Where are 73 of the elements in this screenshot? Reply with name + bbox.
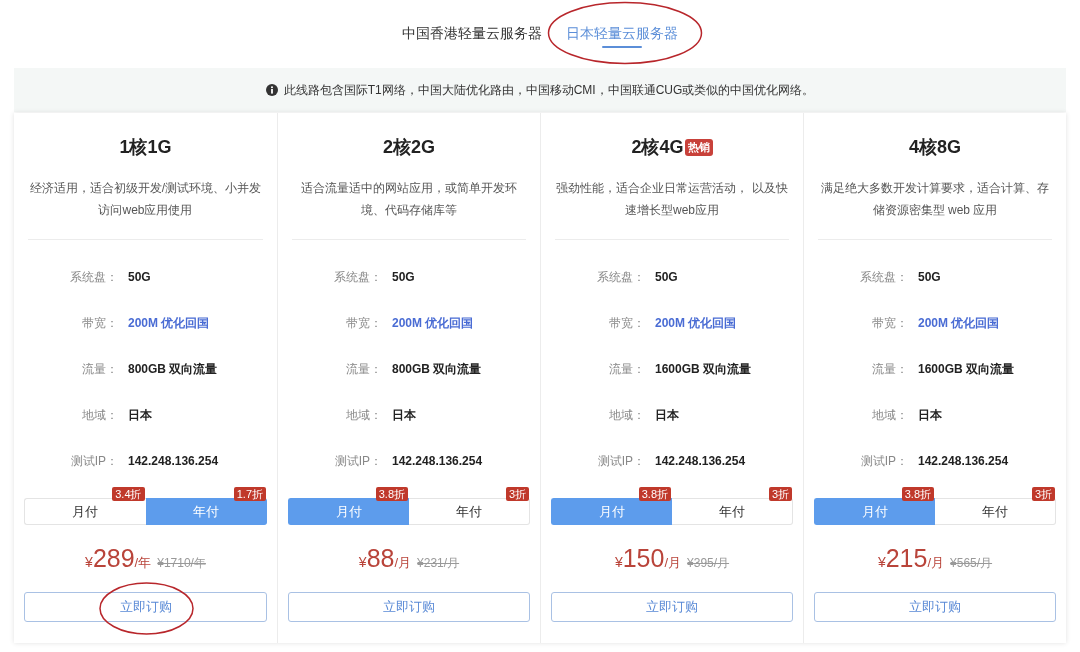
- discount-tag: 3折: [768, 487, 792, 501]
- spec-label: 地域：: [872, 406, 908, 424]
- original-price: ¥565/月: [950, 555, 993, 572]
- discount-tag: 3.8折: [375, 487, 408, 501]
- spec-label: 测试IP：: [70, 452, 118, 470]
- spec-label: 带宽：: [82, 314, 118, 332]
- info-icon: [265, 84, 278, 96]
- spec-label: 地域：: [82, 406, 118, 424]
- spec-value: 200M 优化回国: [392, 314, 474, 332]
- spec-label: 带宽：: [346, 314, 382, 332]
- discount-tag: 1.7折: [233, 487, 266, 501]
- price: ¥215/月: [877, 544, 945, 573]
- original-price: ¥395/月: [687, 555, 730, 572]
- discount-tag: 3折: [505, 487, 529, 501]
- plan-description: 经济适用，适合初级开发/测试环境、小并发访问web应用使用: [28, 180, 263, 219]
- spec-label: 带宽：: [609, 314, 645, 332]
- plan-description: 满足绝大多数开发计算要求，适合计算、存储资源密集型 web 应用: [820, 180, 1050, 219]
- spec-value: 50G: [392, 270, 415, 284]
- discount-tag: 3折: [1031, 487, 1055, 501]
- spec-label: 地域：: [346, 406, 382, 424]
- spec-label: 流量：: [82, 360, 118, 378]
- spec-value: 142.248.136.254: [655, 454, 746, 468]
- notice-text: 此线路包含国际T1网络，中国大陆优化路由，中国移动CMI，中国联通CUG或类似的中国优化网络。: [283, 81, 815, 99]
- spec-value: 142.248.136.254: [918, 454, 1009, 468]
- spec-label: 测试IP：: [334, 452, 382, 470]
- spec-value: 50G: [128, 270, 151, 284]
- spec-value: 1600GB 双向流量: [918, 360, 1015, 378]
- spec-label: 流量：: [346, 360, 382, 378]
- spec-value: 200M 优化回国: [918, 314, 1000, 332]
- original-price: ¥231/月: [417, 555, 460, 572]
- spec-label: 流量：: [609, 360, 645, 378]
- hot-tag: 热销: [684, 138, 713, 156]
- spec-value: 142.248.136.254: [128, 454, 219, 468]
- spec-label: 系统盘：: [70, 268, 118, 286]
- spec-value: 50G: [655, 270, 678, 284]
- order-button[interactable]: 立即订购: [551, 592, 793, 622]
- spec-label: 测试IP：: [597, 452, 645, 470]
- spec-value: 日本: [918, 406, 942, 424]
- discount-tag: 3.8折: [638, 487, 671, 501]
- plan-title: 2核4G: [631, 136, 684, 159]
- spec-label: 地域：: [609, 406, 645, 424]
- tab[interactable]: 日本轻量云服务器: [566, 15, 678, 51]
- plan-description: 适合流量适中的网站应用，或简单开发环境、代码存储库等: [300, 180, 518, 219]
- order-button[interactable]: 立即订购: [814, 592, 1056, 622]
- price: ¥150/月: [614, 544, 682, 573]
- spec-value: 日本: [128, 406, 152, 424]
- spec-value: 1600GB 双向流量: [655, 360, 752, 378]
- order-button[interactable]: 立即订购: [24, 592, 267, 622]
- plan-title: 2核2G: [383, 136, 435, 159]
- plan-description: 强劲性能，适合企业日常运营活动， 以及快速增长型web应用: [555, 180, 789, 219]
- price: ¥289/年: [85, 544, 152, 573]
- spec-value: 50G: [918, 270, 941, 284]
- plan-title: 4核8G: [909, 136, 961, 159]
- spec-label: 测试IP：: [860, 452, 908, 470]
- tab[interactable]: 中国香港轻量云服务器: [402, 15, 542, 51]
- original-price: ¥1710/年: [157, 555, 206, 572]
- spec-label: 系统盘：: [334, 268, 382, 286]
- price: ¥88/月: [358, 544, 412, 573]
- spec-value: 200M 优化回国: [655, 314, 737, 332]
- spec-value: 800GB 双向流量: [392, 360, 482, 378]
- spec-label: 流量：: [872, 360, 908, 378]
- discount-tag: 3.8折: [901, 487, 934, 501]
- spec-value: 200M 优化回国: [128, 314, 210, 332]
- order-button[interactable]: 立即订购: [288, 592, 530, 622]
- spec-label: 带宽：: [872, 314, 908, 332]
- spec-value: 142.248.136.254: [392, 454, 483, 468]
- plan-title: 1核1G: [119, 136, 172, 159]
- spec-value: 日本: [655, 406, 679, 424]
- spec-value: 800GB 双向流量: [128, 360, 218, 378]
- discount-tag: 3.4折: [112, 487, 145, 501]
- spec-label: 系统盘：: [597, 268, 645, 286]
- spec-label: 系统盘：: [860, 268, 908, 286]
- spec-value: 日本: [392, 406, 416, 424]
